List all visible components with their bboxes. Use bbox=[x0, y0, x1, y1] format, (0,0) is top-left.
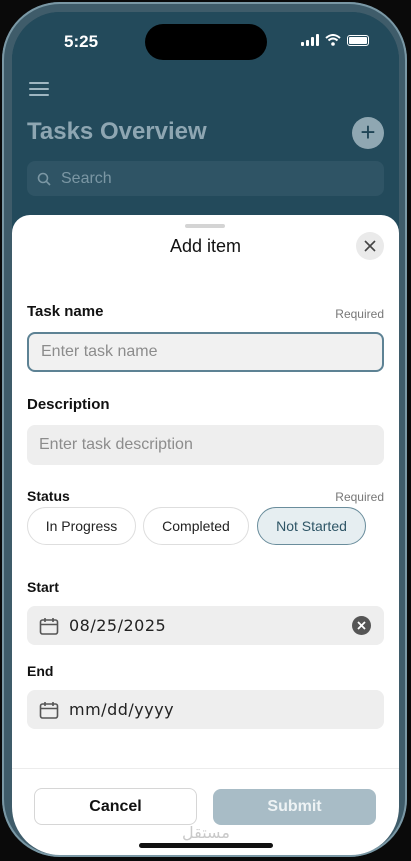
close-icon bbox=[364, 240, 376, 252]
add-task-button[interactable]: + bbox=[352, 117, 384, 149]
status-label: Status bbox=[27, 488, 70, 504]
status-chip-not-started[interactable]: Not Started bbox=[257, 507, 366, 545]
task-name-label: Task name bbox=[27, 303, 104, 320]
status-required: Required bbox=[335, 490, 384, 504]
clear-start-date-button[interactable] bbox=[352, 616, 371, 635]
start-date-value: 08/25/2025 bbox=[69, 616, 167, 635]
description-label: Description bbox=[27, 396, 110, 413]
phone-frame: 5:25 Tasks Overview + Add item Task name… bbox=[2, 2, 407, 857]
footer-divider bbox=[12, 768, 399, 769]
end-date-value: mm/dd/yyyy bbox=[69, 700, 175, 719]
clear-icon bbox=[357, 621, 366, 630]
add-item-sheet: Add item Task name Required Description … bbox=[12, 215, 399, 855]
search-input[interactable] bbox=[61, 169, 361, 188]
status-chip-in-progress[interactable]: In Progress bbox=[27, 507, 136, 545]
submit-button[interactable]: Submit bbox=[213, 789, 376, 825]
battery-icon bbox=[347, 34, 369, 46]
end-date-field[interactable]: mm/dd/yyyy bbox=[27, 690, 384, 729]
search-icon bbox=[37, 172, 51, 186]
watermark: مستقل bbox=[182, 823, 230, 842]
description-input[interactable] bbox=[27, 425, 384, 465]
description-field[interactable] bbox=[27, 425, 384, 465]
cancel-button[interactable]: Cancel bbox=[34, 788, 197, 825]
end-label: End bbox=[27, 663, 54, 679]
search-bar[interactable] bbox=[27, 161, 384, 196]
status-time: 5:25 bbox=[64, 32, 99, 51]
menu-icon[interactable] bbox=[29, 82, 49, 96]
wifi-icon bbox=[325, 34, 341, 46]
page-title: Tasks Overview bbox=[27, 118, 207, 145]
sheet-grabber[interactable] bbox=[185, 224, 225, 228]
status-bar: 5:25 bbox=[12, 12, 399, 68]
status-icons bbox=[301, 34, 369, 46]
calendar-icon bbox=[39, 701, 59, 719]
task-name-required: Required bbox=[335, 307, 384, 321]
screen: 5:25 Tasks Overview + Add item Task name… bbox=[12, 12, 399, 855]
home-indicator[interactable] bbox=[139, 843, 273, 848]
close-button[interactable] bbox=[356, 232, 384, 260]
task-name-field[interactable] bbox=[27, 332, 384, 372]
dynamic-island bbox=[145, 24, 267, 60]
sheet-title: Add item bbox=[169, 236, 242, 256]
calendar-icon bbox=[39, 617, 59, 635]
signal-icon bbox=[301, 34, 319, 46]
start-label: Start bbox=[27, 579, 59, 595]
start-date-field[interactable]: 08/25/2025 bbox=[27, 606, 384, 645]
task-name-input[interactable] bbox=[29, 334, 382, 370]
status-chip-completed[interactable]: Completed bbox=[143, 507, 249, 545]
plus-icon: + bbox=[360, 117, 376, 147]
